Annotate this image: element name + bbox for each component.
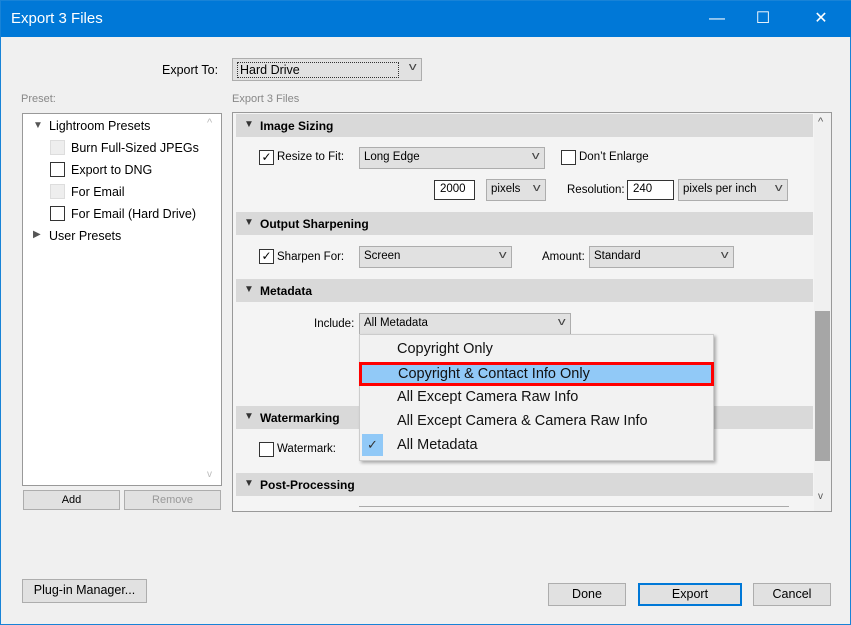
resize-mode-select[interactable]: Long Edge v — [359, 147, 545, 169]
preset-checkbox — [50, 140, 65, 155]
preset-item[interactable]: Export to DNG — [71, 163, 152, 177]
section-title: Watermarking — [260, 411, 340, 425]
preset-label: Preset: — [21, 93, 56, 105]
amount-label: Amount: — [542, 251, 585, 263]
chevron-down-icon: v — [498, 249, 507, 261]
dont-enlarge-label: Don’t Enlarge — [579, 151, 649, 163]
amount-select[interactable]: Standard v — [589, 246, 734, 268]
scrollbar-thumb[interactable] — [815, 311, 830, 461]
resize-to-fit-label: Resize to Fit: — [277, 151, 345, 163]
scroll-up-icon[interactable]: ^ — [207, 117, 212, 129]
minimize-button[interactable]: — — [694, 1, 740, 37]
title-bar: Export 3 Files — ☐ ✕ — [1, 1, 851, 37]
menu-item-copyright-only[interactable]: Copyright Only — [361, 338, 713, 362]
resize-mode-value: Long Edge — [364, 151, 420, 163]
include-label: Include: — [314, 318, 355, 330]
dont-enlarge-checkbox[interactable] — [561, 150, 576, 165]
section-output-sharpening[interactable]: ▼ Output Sharpening — [236, 212, 813, 235]
expanded-triangle-icon[interactable]: ▼ — [33, 120, 43, 131]
watermark-label: Watermark: — [277, 443, 336, 455]
export-button[interactable]: Export — [638, 583, 742, 606]
scroll-up-icon[interactable]: ^ — [818, 116, 823, 128]
export-to-value: Hard Drive — [237, 62, 399, 78]
expanded-triangle-icon: ▼ — [244, 217, 254, 228]
window-title: Export 3 Files — [11, 10, 103, 27]
close-button[interactable]: ✕ — [798, 1, 844, 37]
watermark-checkbox[interactable] — [259, 442, 274, 457]
post-processing-field-edge — [359, 506, 789, 507]
preset-group-user[interactable]: User Presets — [49, 229, 121, 243]
section-title: Metadata — [260, 284, 313, 298]
menu-item-all-metadata[interactable]: All Metadata — [361, 434, 713, 458]
preset-item[interactable]: For Email — [71, 185, 124, 199]
scroll-down-icon[interactable]: v — [818, 491, 823, 502]
export-to-select[interactable]: Hard Drive v — [232, 58, 422, 81]
preset-item[interactable]: For Email (Hard Drive) — [71, 207, 196, 221]
sharpen-for-value: Screen — [364, 250, 401, 262]
collapsed-triangle-icon[interactable]: ▶ — [33, 229, 41, 240]
size-input[interactable]: 2000 — [434, 180, 475, 200]
cancel-button[interactable]: Cancel — [753, 583, 831, 606]
export-to-label: Export To: — [162, 63, 219, 77]
expanded-triangle-icon: ▼ — [244, 119, 254, 130]
menu-item-copyright-contact[interactable]: Copyright & Contact Info Only — [359, 362, 714, 386]
chevron-down-icon: v — [408, 61, 417, 73]
preset-list: ▼ Lightroom Presets Burn Full-Sized JPEG… — [22, 113, 222, 486]
resolution-label: Resolution: — [567, 184, 625, 196]
size-unit-value: pixels — [491, 183, 521, 195]
preset-group-lightroom[interactable]: Lightroom Presets — [49, 119, 150, 133]
chevron-down-icon: v — [774, 182, 783, 194]
preset-item[interactable]: Burn Full-Sized JPEGs — [71, 141, 199, 155]
add-preset-button[interactable]: Add — [23, 490, 120, 510]
size-unit-select[interactable]: pixels v — [486, 179, 546, 201]
maximize-button[interactable]: ☐ — [740, 1, 786, 37]
panel-scrollbar[interactable]: ^ v — [814, 113, 831, 511]
section-image-sizing[interactable]: ▼ Image Sizing — [236, 114, 813, 137]
expanded-triangle-icon: ▼ — [244, 411, 254, 422]
menu-item-all-except-camera[interactable]: All Except Camera & Camera Raw Info — [361, 410, 713, 434]
expanded-triangle-icon: ▼ — [244, 284, 254, 295]
remove-preset-button[interactable]: Remove — [124, 490, 221, 510]
include-dropdown-menu: Copyright Only Copyright & Contact Info … — [359, 334, 714, 461]
chevron-down-icon: v — [532, 182, 541, 194]
resolution-unit-select[interactable]: pixels per inch v — [678, 179, 788, 201]
include-value: All Metadata — [364, 317, 428, 329]
amount-value: Standard — [594, 250, 641, 262]
resolution-input[interactable]: 240 — [627, 180, 674, 200]
plugin-manager-button[interactable]: Plug-in Manager... — [22, 579, 147, 603]
section-title: Image Sizing — [260, 119, 334, 133]
chevron-down-icon: v — [557, 316, 566, 328]
preset-checkbox[interactable] — [50, 162, 65, 177]
section-post-processing[interactable]: ▼ Post-Processing — [236, 473, 813, 496]
section-metadata[interactable]: ▼ Metadata — [236, 279, 813, 302]
sharpen-for-select[interactable]: Screen v — [359, 246, 512, 268]
preset-checkbox — [50, 184, 65, 199]
section-title: Post-Processing — [260, 478, 355, 492]
chevron-down-icon: v — [720, 249, 729, 261]
sharpen-for-label: Sharpen For: — [277, 251, 345, 263]
section-title: Output Sharpening — [260, 217, 369, 231]
chevron-down-icon: v — [531, 150, 540, 162]
resolution-unit-value: pixels per inch — [683, 183, 757, 195]
menu-item-all-except-raw[interactable]: All Except Camera Raw Info — [361, 386, 713, 410]
expanded-triangle-icon: ▼ — [244, 478, 254, 489]
sharpen-for-checkbox[interactable]: ✓ — [259, 249, 274, 264]
resize-to-fit-checkbox[interactable]: ✓ — [259, 150, 274, 165]
scroll-down-icon[interactable]: v — [207, 469, 212, 480]
include-select[interactable]: All Metadata v — [359, 313, 571, 335]
panel-title: Export 3 Files — [232, 93, 300, 105]
preset-checkbox[interactable] — [50, 206, 65, 221]
done-button[interactable]: Done — [548, 583, 626, 606]
